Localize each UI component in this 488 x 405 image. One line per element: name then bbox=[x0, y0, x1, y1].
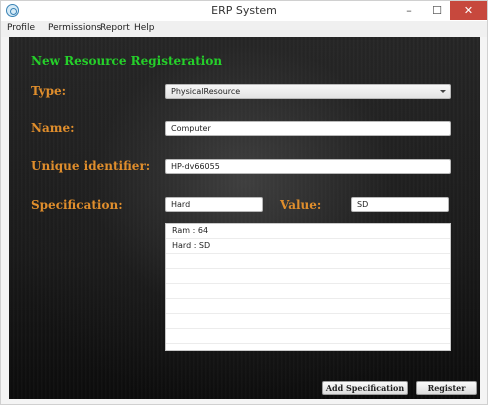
specification-input[interactable]: Hard bbox=[165, 197, 263, 212]
list-item[interactable] bbox=[166, 299, 450, 314]
list-item[interactable] bbox=[166, 254, 450, 269]
register-button[interactable]: Register bbox=[416, 381, 477, 395]
value-label: Value: bbox=[280, 198, 322, 212]
unique-identifier-label: Unique identifier: bbox=[31, 159, 151, 173]
type-label: Type: bbox=[31, 84, 67, 98]
title-bar[interactable]: ERP System – ☐ ✕ bbox=[1, 1, 487, 21]
type-select[interactable]: PhysicalResource bbox=[165, 84, 451, 99]
list-item[interactable] bbox=[166, 269, 450, 284]
menu-profile[interactable]: Profile bbox=[7, 23, 35, 33]
unique-identifier-input[interactable]: HP-dv66055 bbox=[165, 159, 451, 174]
maximize-button[interactable]: ☐ bbox=[426, 1, 448, 20]
list-item[interactable] bbox=[166, 284, 450, 299]
add-specification-button[interactable]: Add Specification bbox=[322, 381, 408, 395]
form-title: New Resource Registeration bbox=[31, 54, 223, 68]
value-input[interactable]: SD bbox=[351, 197, 449, 212]
form-panel: New Resource Registeration Type: Physica… bbox=[9, 37, 480, 399]
type-select-value: PhysicalResource bbox=[171, 87, 241, 96]
menu-help[interactable]: Help bbox=[134, 23, 155, 33]
specification-list[interactable]: Ram : 64 Hard : SD bbox=[165, 223, 451, 351]
close-button[interactable]: ✕ bbox=[450, 1, 487, 20]
menu-bar: Profile Permissions Report Help bbox=[1, 21, 487, 37]
menu-permissions[interactable]: Permissions bbox=[48, 23, 101, 33]
name-label: Name: bbox=[31, 121, 75, 135]
chevron-down-icon bbox=[440, 90, 446, 93]
minimize-button[interactable]: – bbox=[398, 1, 420, 20]
app-window: ERP System – ☐ ✕ Profile Permissions Rep… bbox=[0, 0, 488, 405]
list-item[interactable] bbox=[166, 314, 450, 329]
list-item[interactable]: Ram : 64 bbox=[166, 224, 450, 239]
specification-label: Specification: bbox=[31, 198, 123, 212]
list-item[interactable]: Hard : SD bbox=[166, 239, 450, 254]
name-input[interactable]: Computer bbox=[165, 121, 451, 136]
menu-report[interactable]: Report bbox=[100, 23, 130, 33]
list-item[interactable] bbox=[166, 329, 450, 344]
